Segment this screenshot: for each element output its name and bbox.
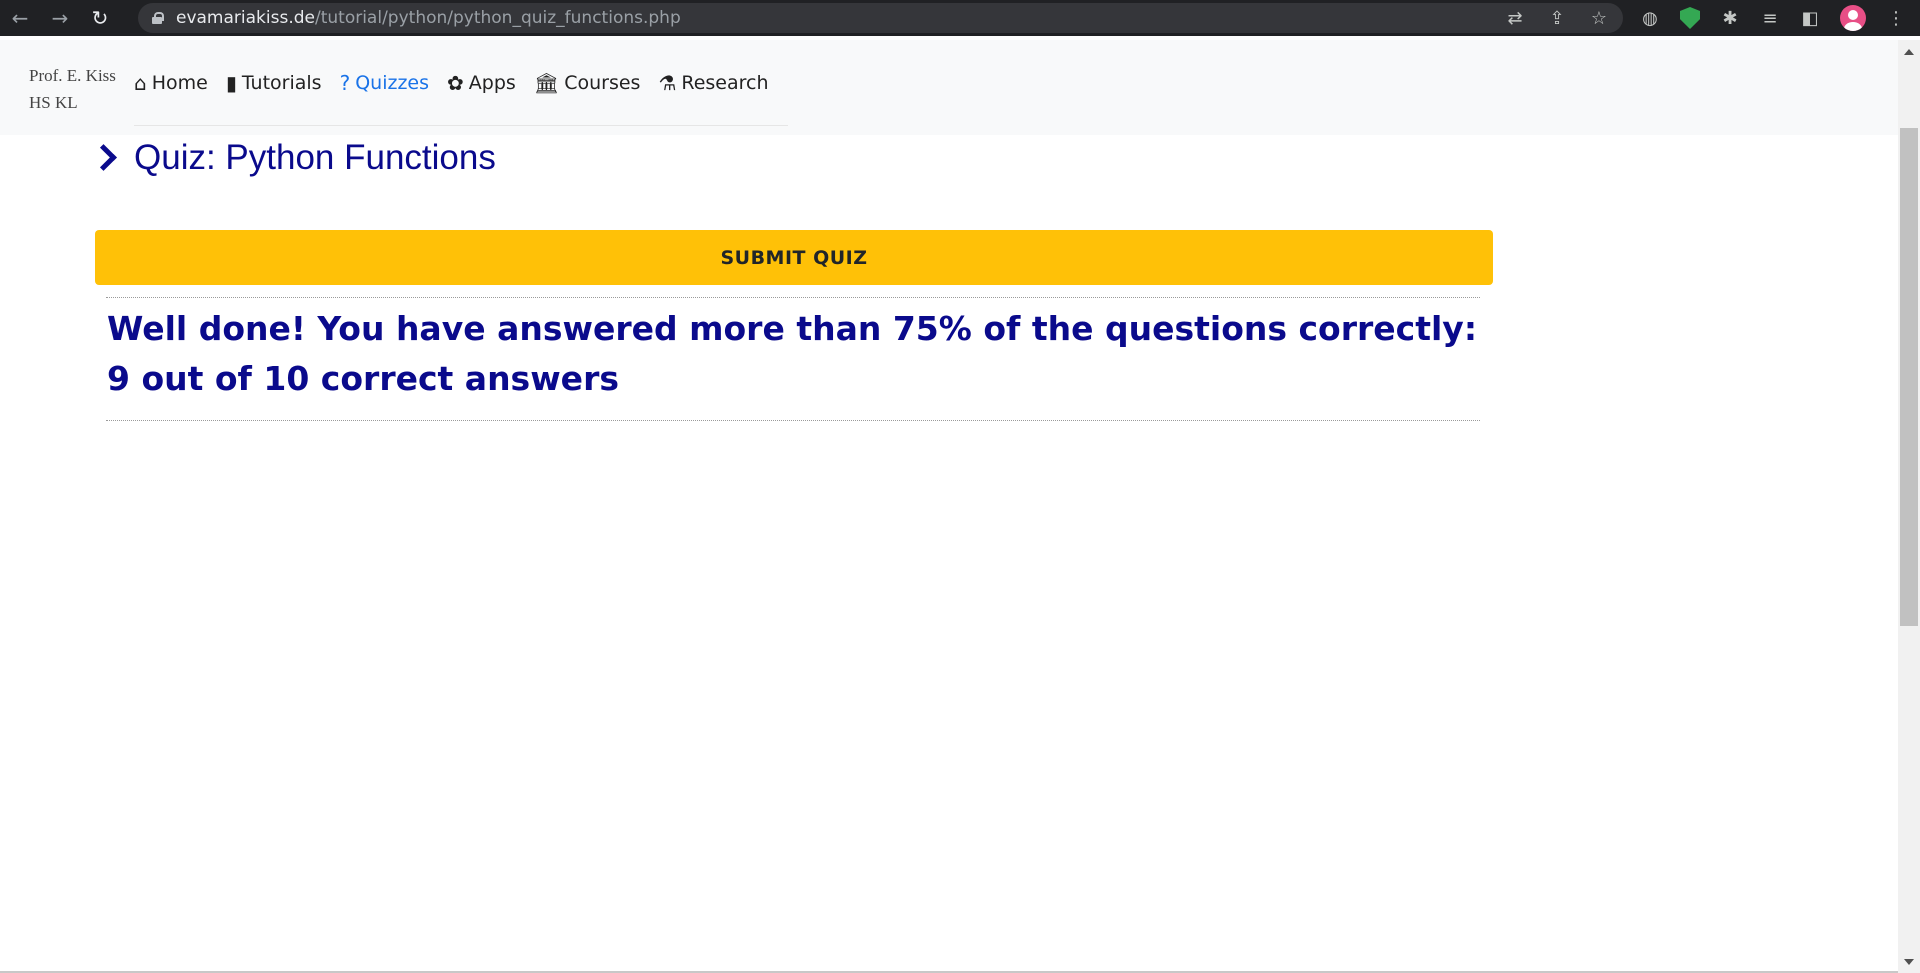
nav-item-label: Courses: [564, 72, 641, 94]
nav-item-label: Research: [681, 72, 769, 94]
university-icon: 🏛: [533, 71, 560, 95]
nav-item-label: Quizzes: [355, 72, 430, 94]
page-title: Quiz: Python Functions: [94, 138, 496, 178]
question-icon: ?: [339, 71, 351, 95]
globe-extension-icon[interactable]: ◍: [1640, 8, 1660, 29]
more-menu-icon[interactable]: ⋮: [1886, 8, 1906, 29]
nav-item-quizzes[interactable]: ? Quizzes: [340, 66, 429, 100]
translate-icon[interactable]: ⇄: [1505, 8, 1525, 29]
scroll-up-arrow-icon[interactable]: [1904, 49, 1914, 55]
profile-avatar[interactable]: [1840, 5, 1866, 31]
brand[interactable]: Prof. E. Kiss HS KL: [29, 62, 116, 116]
result-score: 9 out of 10 correct answers: [107, 359, 619, 398]
reload-icon[interactable]: ↻: [80, 0, 120, 36]
brand-affiliation: HS KL: [29, 93, 78, 112]
back-icon[interactable]: ←: [0, 0, 40, 36]
scroll-down-arrow-icon[interactable]: [1904, 959, 1914, 965]
nav-item-label: Tutorials: [241, 72, 322, 94]
page-scrollbar[interactable]: [1898, 40, 1920, 973]
nav-item-research[interactable]: ⚗ Research: [658, 66, 768, 100]
site-navbar: Prof. E. Kiss HS KL ⌂ Home ▮ Tutorials ?…: [0, 40, 1898, 135]
url-path: /tutorial/python/python_quiz_functions.p…: [314, 8, 681, 28]
nav-item-courses[interactable]: 🏛 Courses: [534, 66, 641, 100]
nav-item-home[interactable]: ⌂ Home: [134, 66, 208, 100]
address-bar[interactable]: evamariakiss.de/tutorial/python/python_q…: [138, 3, 1623, 33]
extensions-puzzle-icon[interactable]: ✱: [1720, 8, 1740, 29]
book-icon: ▮: [225, 71, 237, 95]
quiz-result: Well done! You have answered more than 7…: [106, 297, 1480, 421]
nav-item-label: Apps: [468, 72, 516, 94]
nav-menu: ⌂ Home ▮ Tutorials ? Quizzes ✿ Apps 🏛 Co…: [134, 66, 788, 126]
submit-quiz-button[interactable]: SUBMIT QUIZ: [95, 230, 1493, 285]
nav-item-tutorials[interactable]: ▮ Tutorials: [226, 66, 322, 100]
bookmark-star-icon[interactable]: ☆: [1589, 8, 1609, 29]
side-panel-icon[interactable]: ◧: [1800, 8, 1820, 29]
share-icon[interactable]: ⇪: [1547, 8, 1567, 29]
brand-name: Prof. E. Kiss: [29, 66, 116, 85]
nav-item-label: Home: [151, 72, 208, 94]
media-playlist-icon[interactable]: ≡: [1760, 8, 1780, 29]
python-icon: ✿: [447, 71, 464, 95]
shield-extension-icon[interactable]: [1680, 7, 1700, 29]
research-icon: ⚗: [658, 71, 677, 95]
result-message: Well done! You have answered more than 7…: [107, 309, 1478, 348]
chevron-right-icon: [94, 143, 114, 173]
scroll-thumb[interactable]: [1900, 128, 1918, 626]
nav-item-apps[interactable]: ✿ Apps: [447, 66, 516, 100]
browser-toolbar: ← → ↻ evamariakiss.de/tutorial/python/py…: [0, 0, 1920, 36]
home-icon: ⌂: [134, 71, 147, 95]
forward-icon[interactable]: →: [40, 0, 80, 36]
quiz-title: Quiz: Python Functions: [134, 138, 496, 177]
url-host: evamariakiss.de: [176, 8, 315, 28]
lock-icon[interactable]: [152, 12, 164, 24]
